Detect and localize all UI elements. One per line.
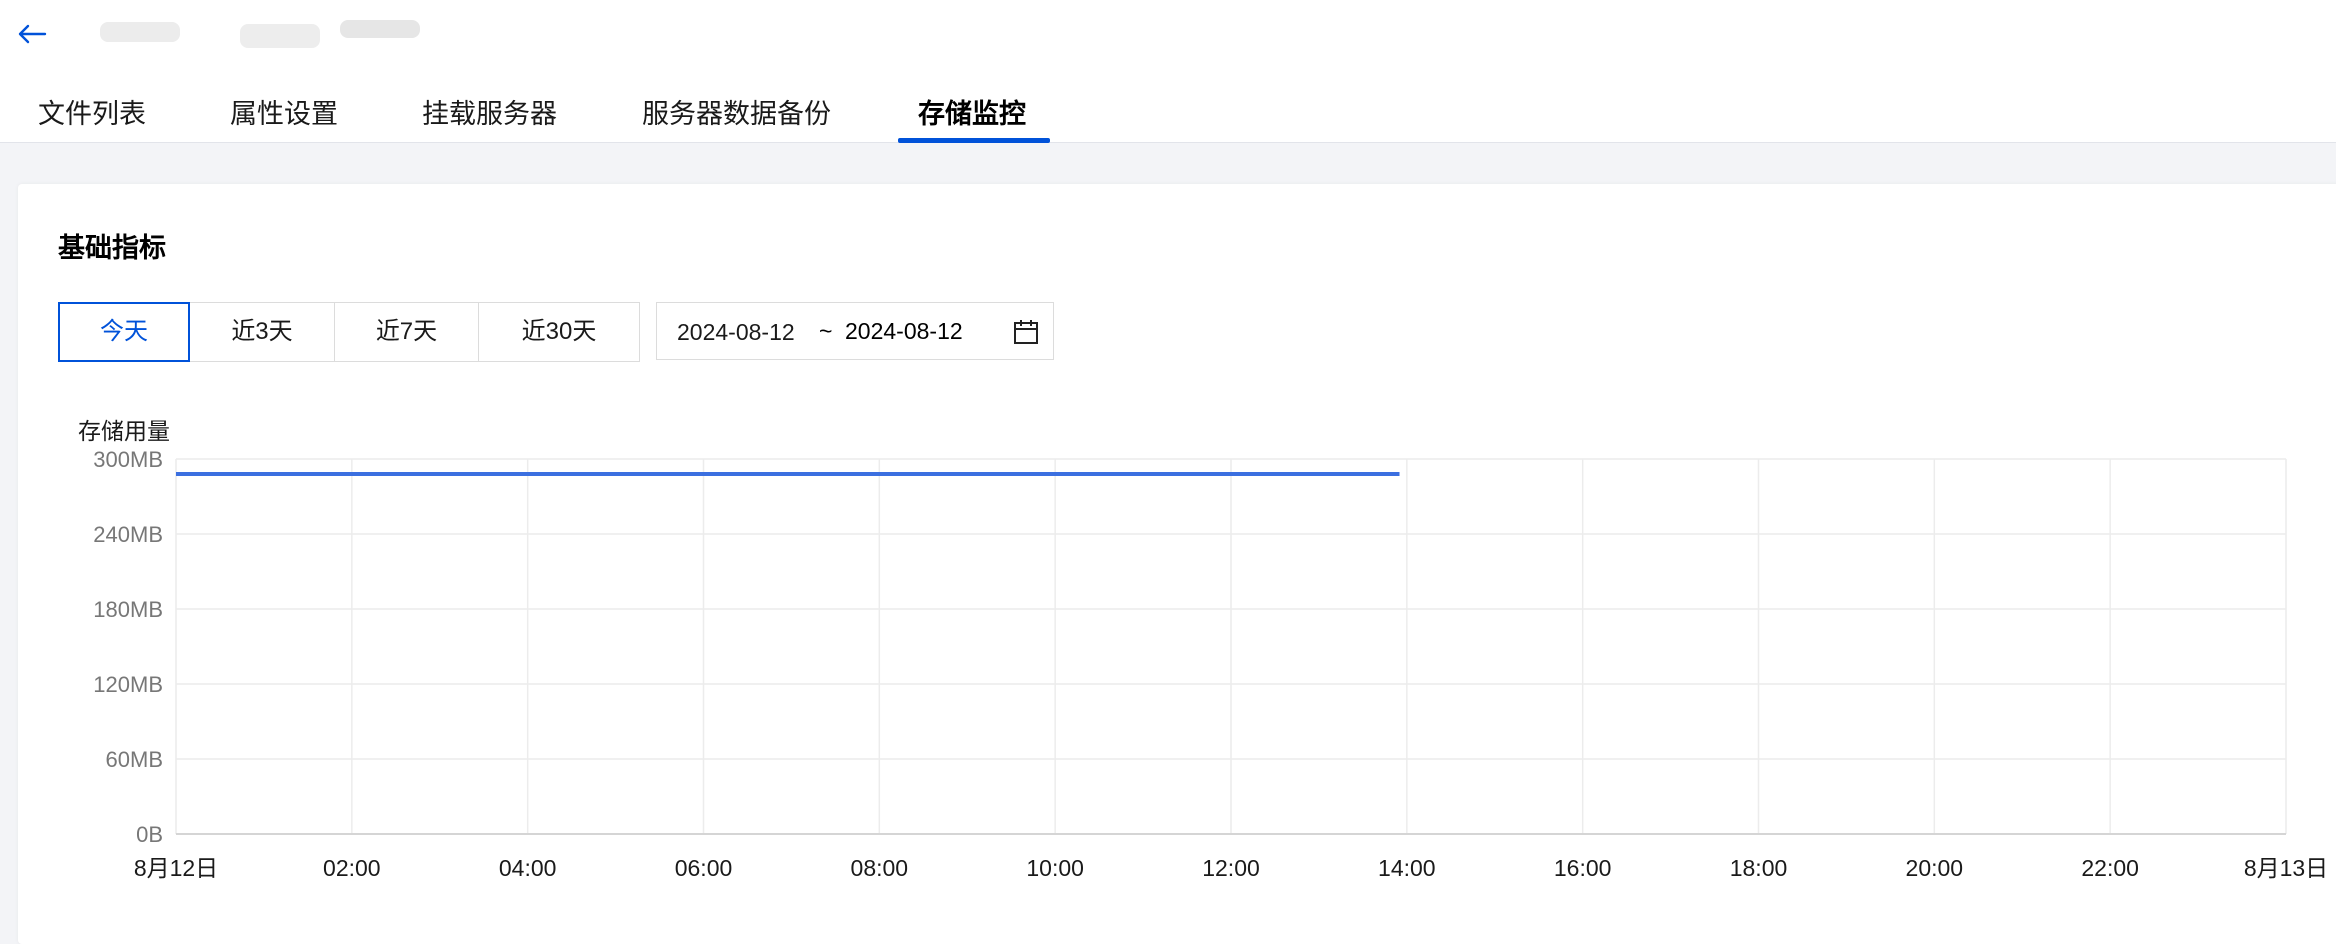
- y-tick-label: 0B: [136, 822, 163, 847]
- x-tick-label: 14:00: [1378, 855, 1436, 881]
- x-tick-label: 02:00: [323, 855, 381, 881]
- x-tick-label: 08:00: [851, 855, 909, 881]
- y-tick-label: 60MB: [106, 747, 163, 772]
- x-tick-label: 20:00: [1906, 855, 1964, 881]
- x-tick-label: 10:00: [1026, 855, 1084, 881]
- y-tick-label: 180MB: [93, 597, 163, 622]
- y-tick-label: 300MB: [93, 447, 163, 472]
- y-tick-label: 240MB: [93, 522, 163, 547]
- x-tick-label: 12:00: [1202, 855, 1260, 881]
- storage-usage-chart: 300MB 240MB 180MB 120MB 60MB 0B 8月12日 02:00 04:0…: [93, 447, 2328, 881]
- x-tick-label: 18:00: [1730, 855, 1788, 881]
- y-tick-label: 120MB: [93, 672, 163, 697]
- x-tick-label: 22:00: [2081, 855, 2139, 881]
- x-tick-label: 8月12日: [134, 855, 218, 881]
- x-tick-label: 06:00: [675, 855, 733, 881]
- x-tick-label: 8月13日: [2244, 855, 2328, 881]
- x-tick-label: 16:00: [1554, 855, 1612, 881]
- x-tick-label: 04:00: [499, 855, 557, 881]
